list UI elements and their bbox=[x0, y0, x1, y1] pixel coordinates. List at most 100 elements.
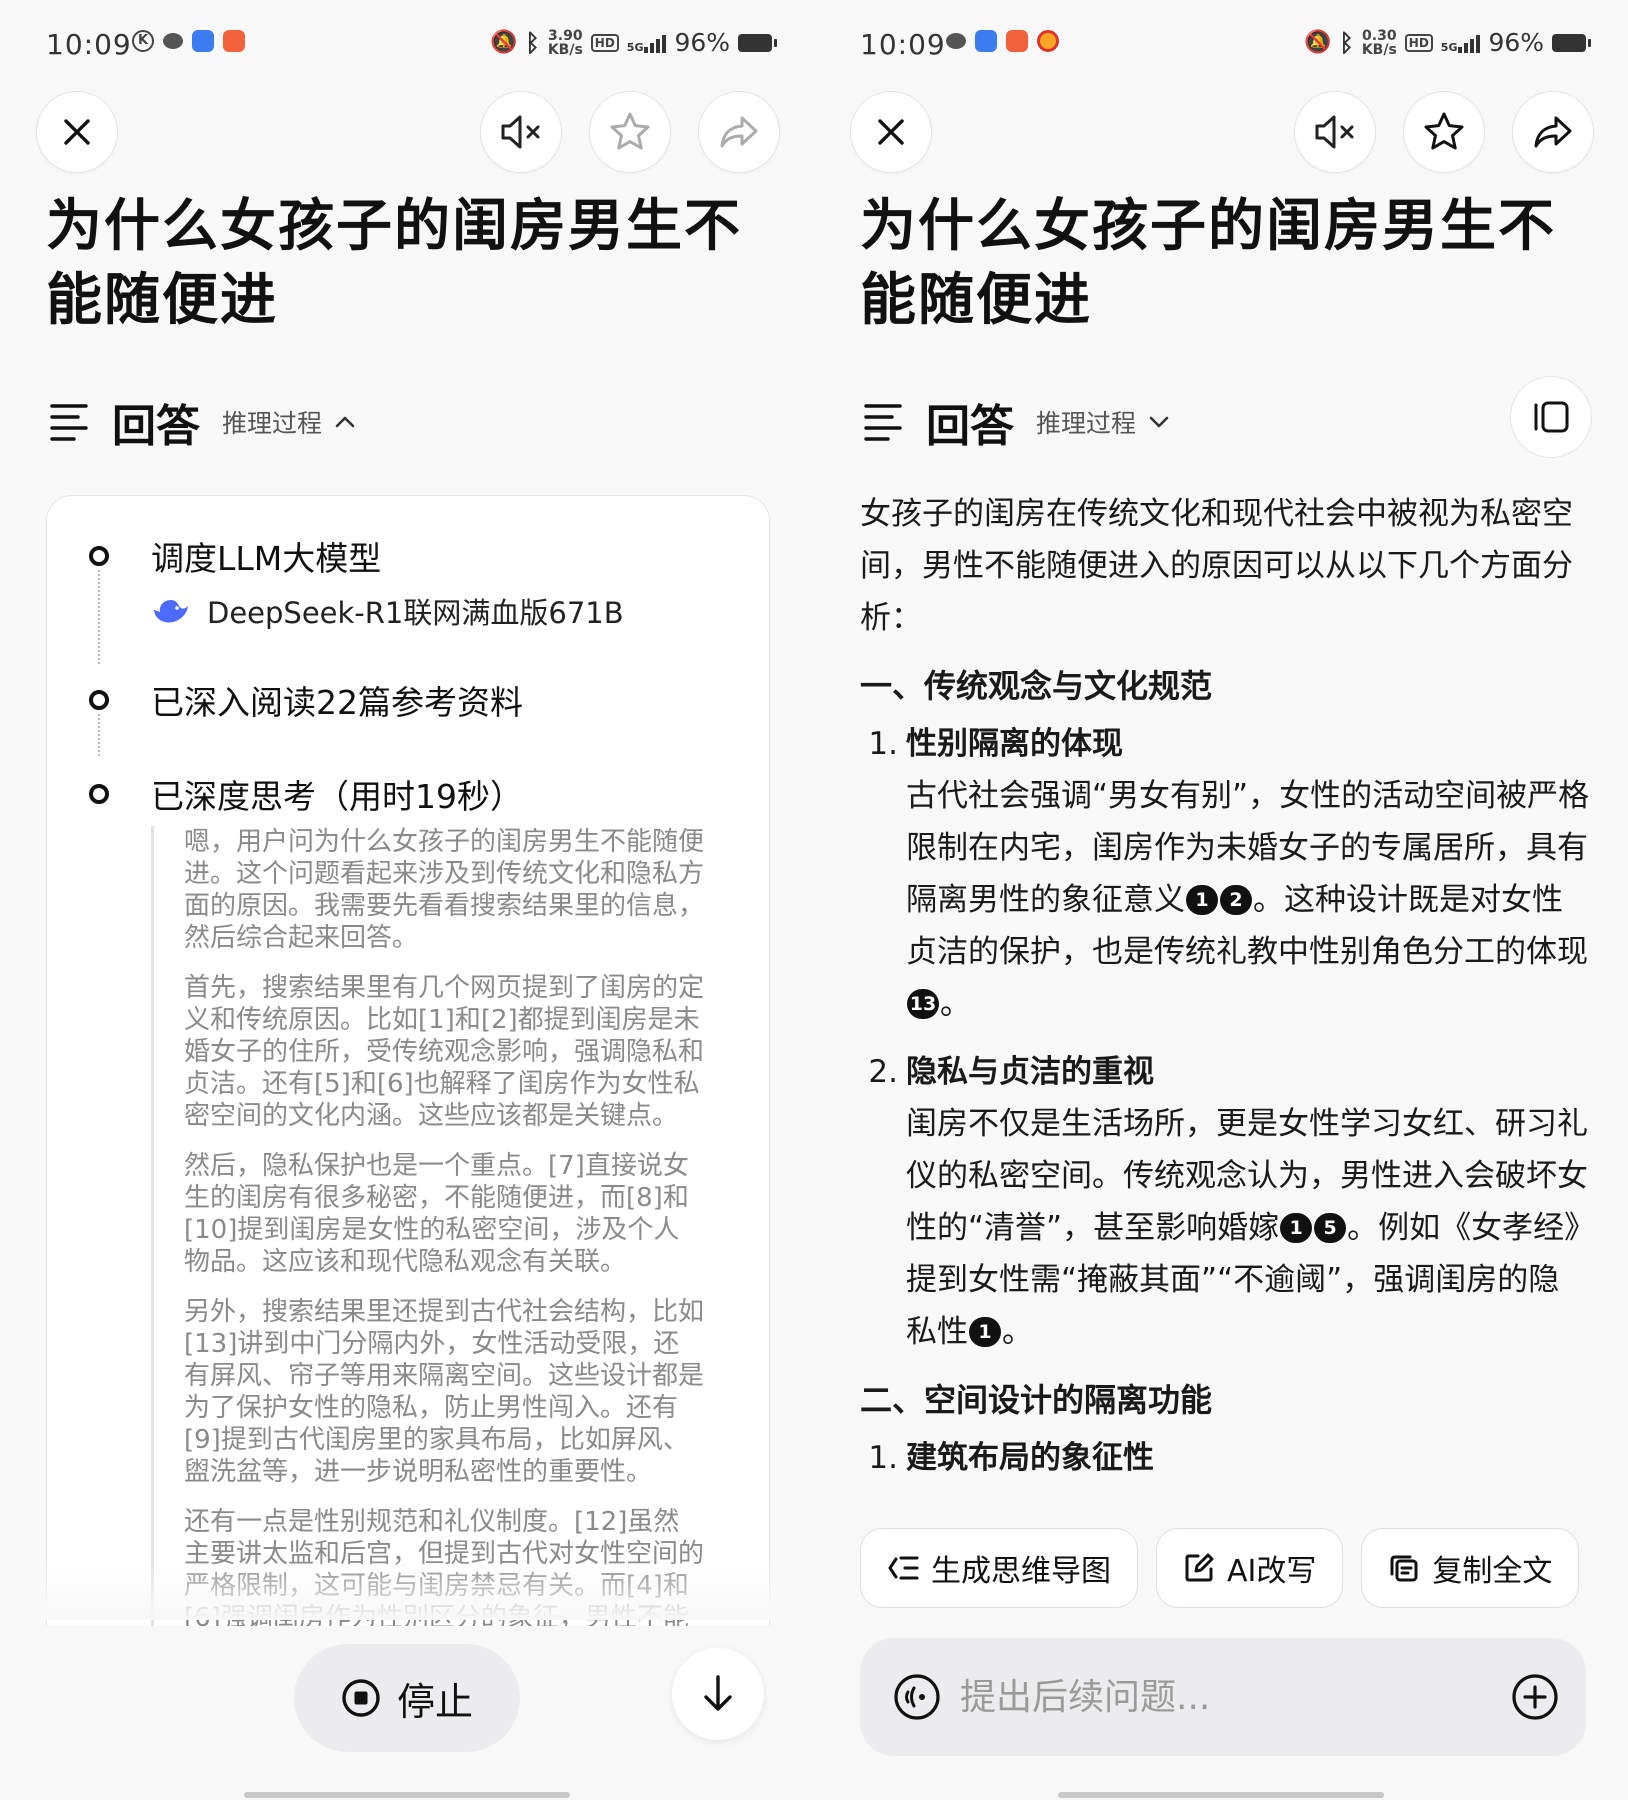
wechat-icon bbox=[163, 33, 183, 49]
battery-icon bbox=[738, 33, 778, 52]
stop-label: 停止 bbox=[396, 1679, 473, 1724]
citation-badge[interactable]: 2 bbox=[1220, 885, 1252, 915]
signal-icon: 5G bbox=[1441, 33, 1481, 53]
hd-badge: HD bbox=[590, 33, 619, 52]
citation-badge[interactable]: 1 bbox=[969, 1317, 1001, 1347]
status-right: 🔕 ᛒ 3.90 KB/s HD 5G 96% bbox=[490, 27, 778, 58]
app-orange-icon bbox=[223, 30, 245, 52]
mindmap-button[interactable]: 生成思维导图 bbox=[860, 1528, 1138, 1608]
left-screen: 10:09 K 🔕 ᛒ 3.90 KB/s HD 5G 96% 为什么女孩子的闺房… bbox=[0, 0, 814, 1800]
share-icon bbox=[720, 116, 758, 148]
share-button[interactable] bbox=[1512, 91, 1594, 173]
citation-badge[interactable]: 1 bbox=[1186, 885, 1218, 915]
answer-section-header: 回答 推理过程 bbox=[864, 390, 1170, 454]
mindmap-label: 生成思维导图 bbox=[931, 1554, 1111, 1589]
copy-all-button[interactable]: 复制全文 bbox=[1361, 1528, 1580, 1608]
status-time: 10:09 bbox=[46, 28, 132, 61]
thinking-paragraph: 嗯，用户问为什么女孩子的闺房男生不能随便进。这个问题看起来涉及到传统文化和隐私方… bbox=[184, 827, 705, 953]
citation-badge[interactable]: 1 bbox=[1280, 1213, 1313, 1243]
outline-icon bbox=[864, 404, 902, 441]
answer-heading-2: 二、空间设计的隔离功能 bbox=[860, 1381, 1213, 1419]
status-right: 🔕 ᛒ 0.30 KB/s HD 5G 96% bbox=[1304, 27, 1592, 58]
page-title: 为什么女孩子的闺房男生不能随便进 bbox=[46, 194, 742, 333]
star-icon bbox=[610, 112, 650, 150]
answer-label: 回答 bbox=[926, 401, 1014, 452]
chevron-down-icon[interactable] bbox=[1148, 415, 1170, 429]
outline-icon bbox=[50, 404, 88, 441]
stop-icon bbox=[342, 1679, 380, 1717]
followup-input-bar bbox=[860, 1638, 1586, 1756]
answer-label: 回答 bbox=[112, 401, 200, 452]
list-item-title: 性别隔离的体现 bbox=[906, 726, 1123, 762]
home-indicator[interactable] bbox=[244, 1792, 570, 1798]
close-icon bbox=[64, 119, 90, 145]
thinking-paragraph: 首先，搜索结果里有几个网页提到了闺房的定义和传统原因。比如[1]和[2]都提到闺… bbox=[184, 973, 705, 1131]
step-dispatch-llm: 调度LLM大模型 bbox=[151, 539, 382, 578]
signal-icon: 5G bbox=[627, 33, 667, 53]
stop-button[interactable]: 停止 bbox=[294, 1644, 520, 1752]
copy-all-label: 复制全文 bbox=[1432, 1554, 1553, 1589]
panel-icon bbox=[1534, 401, 1569, 433]
step-connector bbox=[98, 714, 100, 756]
net-speed: 3.90 KB/s bbox=[547, 27, 583, 58]
share-icon bbox=[1534, 116, 1572, 148]
battery-percent: 96% bbox=[674, 28, 731, 57]
status-notification-icons bbox=[946, 30, 1059, 52]
answer-intro: 女孩子的闺房在传统文化和现代社会中被视为私密空间，男性不能随便进入的原因可以从以… bbox=[860, 496, 1573, 636]
answer-content: 女孩子的闺房在传统文化和现代社会中被视为私密空间，男性不能随便进入的原因可以从以… bbox=[860, 488, 1590, 1484]
ai-rewrite-button[interactable]: AI改写 bbox=[1156, 1528, 1344, 1608]
citation-badge[interactable]: 13 bbox=[907, 989, 939, 1019]
followup-input[interactable] bbox=[958, 1675, 1482, 1719]
share-button[interactable] bbox=[698, 91, 780, 173]
thinking-paragraph: 另外，搜索结果里还提到古代社会结构，比如[13]讲到中门分隔内外，女性活动受限，… bbox=[184, 1297, 705, 1487]
close-button[interactable] bbox=[850, 91, 932, 173]
list-item-title: 隐私与贞洁的重视 bbox=[906, 1054, 1154, 1090]
battery-icon bbox=[1552, 33, 1592, 52]
app-k-icon: K bbox=[132, 30, 154, 52]
net-speed: 0.30 KB/s bbox=[1361, 27, 1397, 58]
reasoning-toggle[interactable]: 推理过程 bbox=[222, 404, 322, 440]
reading-mode-button[interactable] bbox=[1510, 376, 1592, 458]
step-dot bbox=[89, 784, 109, 804]
status-time: 10:09 bbox=[860, 28, 946, 61]
list-item-text: 闺房不仅是生活场所，更是女性学习女红、研习礼仪的私密空间。传统观念认为，男性进入… bbox=[906, 1106, 1588, 1350]
right-screen: 10:09 🔕 ᛒ 0.30 KB/s HD 5G 96% 为什么女孩子的闺房男生… bbox=[814, 0, 1628, 1800]
speaker-mute-icon bbox=[501, 115, 540, 149]
scroll-down-button[interactable] bbox=[672, 1648, 764, 1740]
star-icon bbox=[1424, 112, 1464, 150]
citation-badge[interactable]: 5 bbox=[1314, 1213, 1347, 1243]
list-item-text: 古代社会强调“男女有别”，女性的活动空间被严格限制在内宅，闺房作为未婚女子的专属… bbox=[906, 778, 1590, 1022]
app-orange-icon bbox=[1006, 30, 1028, 52]
ai-rewrite-label: AI改写 bbox=[1227, 1554, 1317, 1589]
favorite-button[interactable] bbox=[1403, 91, 1485, 173]
step-read-sources: 已深入阅读22篇参考资料 bbox=[151, 683, 523, 722]
home-indicator[interactable] bbox=[1058, 1792, 1384, 1798]
reasoning-toggle[interactable]: 推理过程 bbox=[1036, 404, 1136, 440]
favorite-button[interactable] bbox=[589, 91, 671, 173]
content-fade bbox=[46, 1560, 771, 1620]
action-buttons-row: 生成思维导图 AI改写 复制全文 bbox=[860, 1528, 1580, 1608]
list-item: 2. 隐私与贞洁的重视 闺房不仅是生活场所，更是女性学习女红、研习礼仪的私密空间… bbox=[860, 1046, 1590, 1358]
mute-button[interactable] bbox=[1294, 91, 1376, 173]
mute-bell-icon: 🔕 bbox=[490, 30, 518, 55]
close-icon bbox=[878, 119, 904, 145]
thinking-paragraph: 然后，隐私保护也是一个重点。[7]直接说女生的闺房有很多秘密，不能随便进，而[8… bbox=[184, 1151, 689, 1277]
list-item: 1. 性别隔离的体现 古代社会强调“男女有别”，女性的活动空间被严格限制在内宅，… bbox=[860, 718, 1590, 1030]
step-dot bbox=[89, 690, 109, 710]
weibo-icon bbox=[1037, 30, 1059, 52]
battery-percent: 96% bbox=[1488, 28, 1545, 57]
speaker-mute-icon bbox=[1315, 115, 1354, 149]
add-circle-icon[interactable] bbox=[1510, 1672, 1560, 1722]
list-item-title: 建筑布局的象征性 bbox=[906, 1440, 1154, 1476]
chevron-up-icon[interactable] bbox=[334, 415, 356, 429]
close-button[interactable] bbox=[36, 91, 118, 173]
mute-button[interactable] bbox=[480, 91, 562, 173]
bluetooth-icon: ᛒ bbox=[525, 28, 540, 57]
mute-bell-icon: 🔕 bbox=[1304, 30, 1332, 55]
edit-icon bbox=[1185, 1553, 1214, 1582]
mindmap-icon bbox=[888, 1556, 919, 1580]
step-deep-thinking: 已深度思考（用时19秒） bbox=[151, 777, 523, 816]
arrow-down-icon bbox=[704, 1675, 732, 1711]
copy-icon bbox=[1390, 1555, 1418, 1582]
voice-icon[interactable] bbox=[892, 1672, 942, 1722]
